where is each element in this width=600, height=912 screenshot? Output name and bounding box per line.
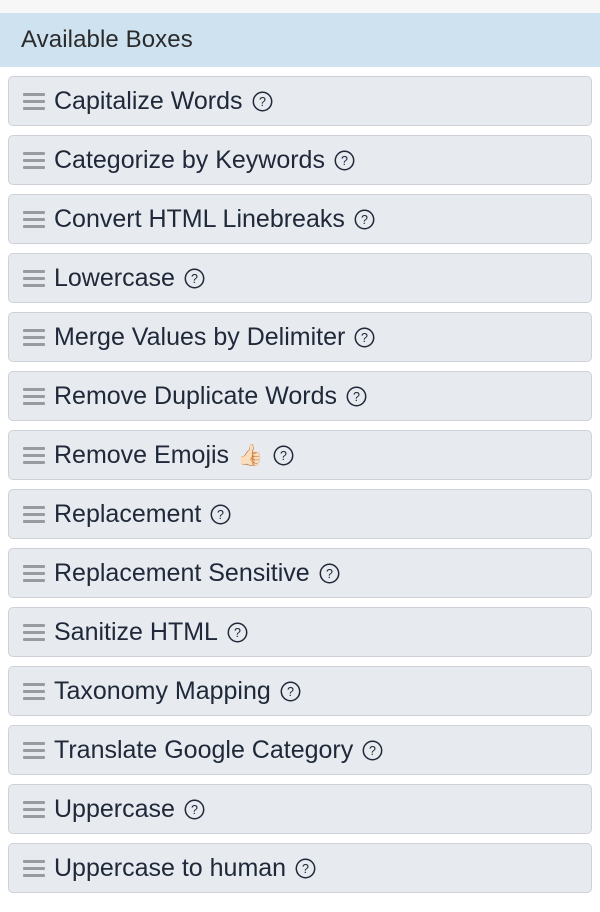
- drag-handle-icon[interactable]: [23, 92, 45, 110]
- drag-handle-icon[interactable]: [23, 859, 45, 877]
- svg-text:?: ?: [217, 508, 224, 522]
- box-label: Merge Values by Delimiter: [54, 322, 346, 351]
- drag-handle-icon[interactable]: [23, 741, 45, 759]
- svg-text:?: ?: [361, 213, 368, 227]
- svg-text:?: ?: [234, 626, 241, 640]
- box-list-item[interactable]: Taxonomy Mapping?: [8, 666, 592, 716]
- box-list-item[interactable]: Remove Emojis 👍🏻?: [8, 430, 592, 480]
- box-label: Replacement: [54, 499, 202, 528]
- drag-handle-icon[interactable]: [23, 446, 45, 464]
- box-list-item[interactable]: Categorize by Keywords?: [8, 135, 592, 185]
- help-circle-icon[interactable]: ?: [334, 150, 355, 171]
- box-list-item[interactable]: Translate Google Category?: [8, 725, 592, 775]
- help-circle-icon[interactable]: ?: [252, 91, 273, 112]
- box-label: Lowercase: [54, 263, 175, 292]
- box-label: Remove Emojis: [54, 440, 230, 469]
- help-circle-icon[interactable]: ?: [227, 622, 248, 643]
- drag-handle-icon[interactable]: [23, 564, 45, 582]
- svg-text:?: ?: [191, 803, 198, 817]
- panel-header: Available Boxes: [0, 13, 600, 67]
- top-spacer: [0, 0, 600, 13]
- drag-handle-icon[interactable]: [23, 623, 45, 641]
- svg-text:?: ?: [280, 449, 287, 463]
- box-label: Replacement Sensitive: [54, 558, 310, 587]
- help-circle-icon[interactable]: ?: [184, 799, 205, 820]
- svg-text:?: ?: [326, 567, 333, 581]
- svg-text:?: ?: [259, 95, 266, 109]
- help-circle-icon[interactable]: ?: [295, 858, 316, 879]
- box-label: Uppercase: [54, 794, 175, 823]
- help-circle-icon[interactable]: ?: [319, 563, 340, 584]
- box-label: Translate Google Category: [54, 735, 354, 764]
- box-list-item[interactable]: Remove Duplicate Words?: [8, 371, 592, 421]
- help-circle-icon[interactable]: ?: [184, 268, 205, 289]
- box-list-item[interactable]: Replacement?: [8, 489, 592, 539]
- box-list-item[interactable]: Uppercase to human?: [8, 843, 592, 893]
- box-label: Sanitize HTML: [54, 617, 218, 646]
- drag-handle-icon[interactable]: [23, 505, 45, 523]
- box-label: Uppercase to human: [54, 853, 287, 882]
- svg-text:?: ?: [191, 272, 198, 286]
- help-circle-icon[interactable]: ?: [362, 740, 383, 761]
- panel-title: Available Boxes: [21, 26, 193, 53]
- drag-handle-icon[interactable]: [23, 682, 45, 700]
- help-circle-icon[interactable]: ?: [354, 209, 375, 230]
- svg-text:?: ?: [302, 862, 309, 876]
- svg-text:?: ?: [353, 390, 360, 404]
- drag-handle-icon[interactable]: [23, 800, 45, 818]
- help-circle-icon[interactable]: ?: [346, 386, 367, 407]
- box-label: Remove Duplicate Words: [54, 381, 337, 410]
- box-list-item[interactable]: Convert HTML Linebreaks?: [8, 194, 592, 244]
- help-circle-icon[interactable]: ?: [210, 504, 231, 525]
- box-label: Categorize by Keywords: [54, 145, 325, 174]
- available-boxes-panel: Available Boxes Capitalize Words? Categor…: [0, 0, 600, 912]
- box-list-item[interactable]: Merge Values by Delimiter?: [8, 312, 592, 362]
- help-circle-icon[interactable]: ?: [354, 327, 375, 348]
- help-circle-icon[interactable]: ?: [273, 445, 294, 466]
- drag-handle-icon[interactable]: [23, 269, 45, 287]
- available-boxes-list: Capitalize Words? Categorize by Keywords?…: [0, 67, 600, 893]
- box-label: Convert HTML Linebreaks: [54, 204, 345, 233]
- box-list-item[interactable]: Replacement Sensitive?: [8, 548, 592, 598]
- box-list-item[interactable]: Sanitize HTML?: [8, 607, 592, 657]
- drag-handle-icon[interactable]: [23, 328, 45, 346]
- box-list-item[interactable]: Uppercase?: [8, 784, 592, 834]
- drag-handle-icon[interactable]: [23, 387, 45, 405]
- box-label: Taxonomy Mapping: [54, 676, 271, 705]
- drag-handle-icon[interactable]: [23, 210, 45, 228]
- svg-text:?: ?: [369, 744, 376, 758]
- help-circle-icon[interactable]: ?: [280, 681, 301, 702]
- drag-handle-icon[interactable]: [23, 151, 45, 169]
- svg-text:?: ?: [287, 685, 294, 699]
- svg-text:?: ?: [341, 154, 348, 168]
- box-list-item[interactable]: Lowercase?: [8, 253, 592, 303]
- svg-text:?: ?: [361, 331, 368, 345]
- thumbs-up-emoji: 👍🏻: [237, 443, 264, 467]
- box-list-item[interactable]: Capitalize Words?: [8, 76, 592, 126]
- box-label: Capitalize Words: [54, 86, 243, 115]
